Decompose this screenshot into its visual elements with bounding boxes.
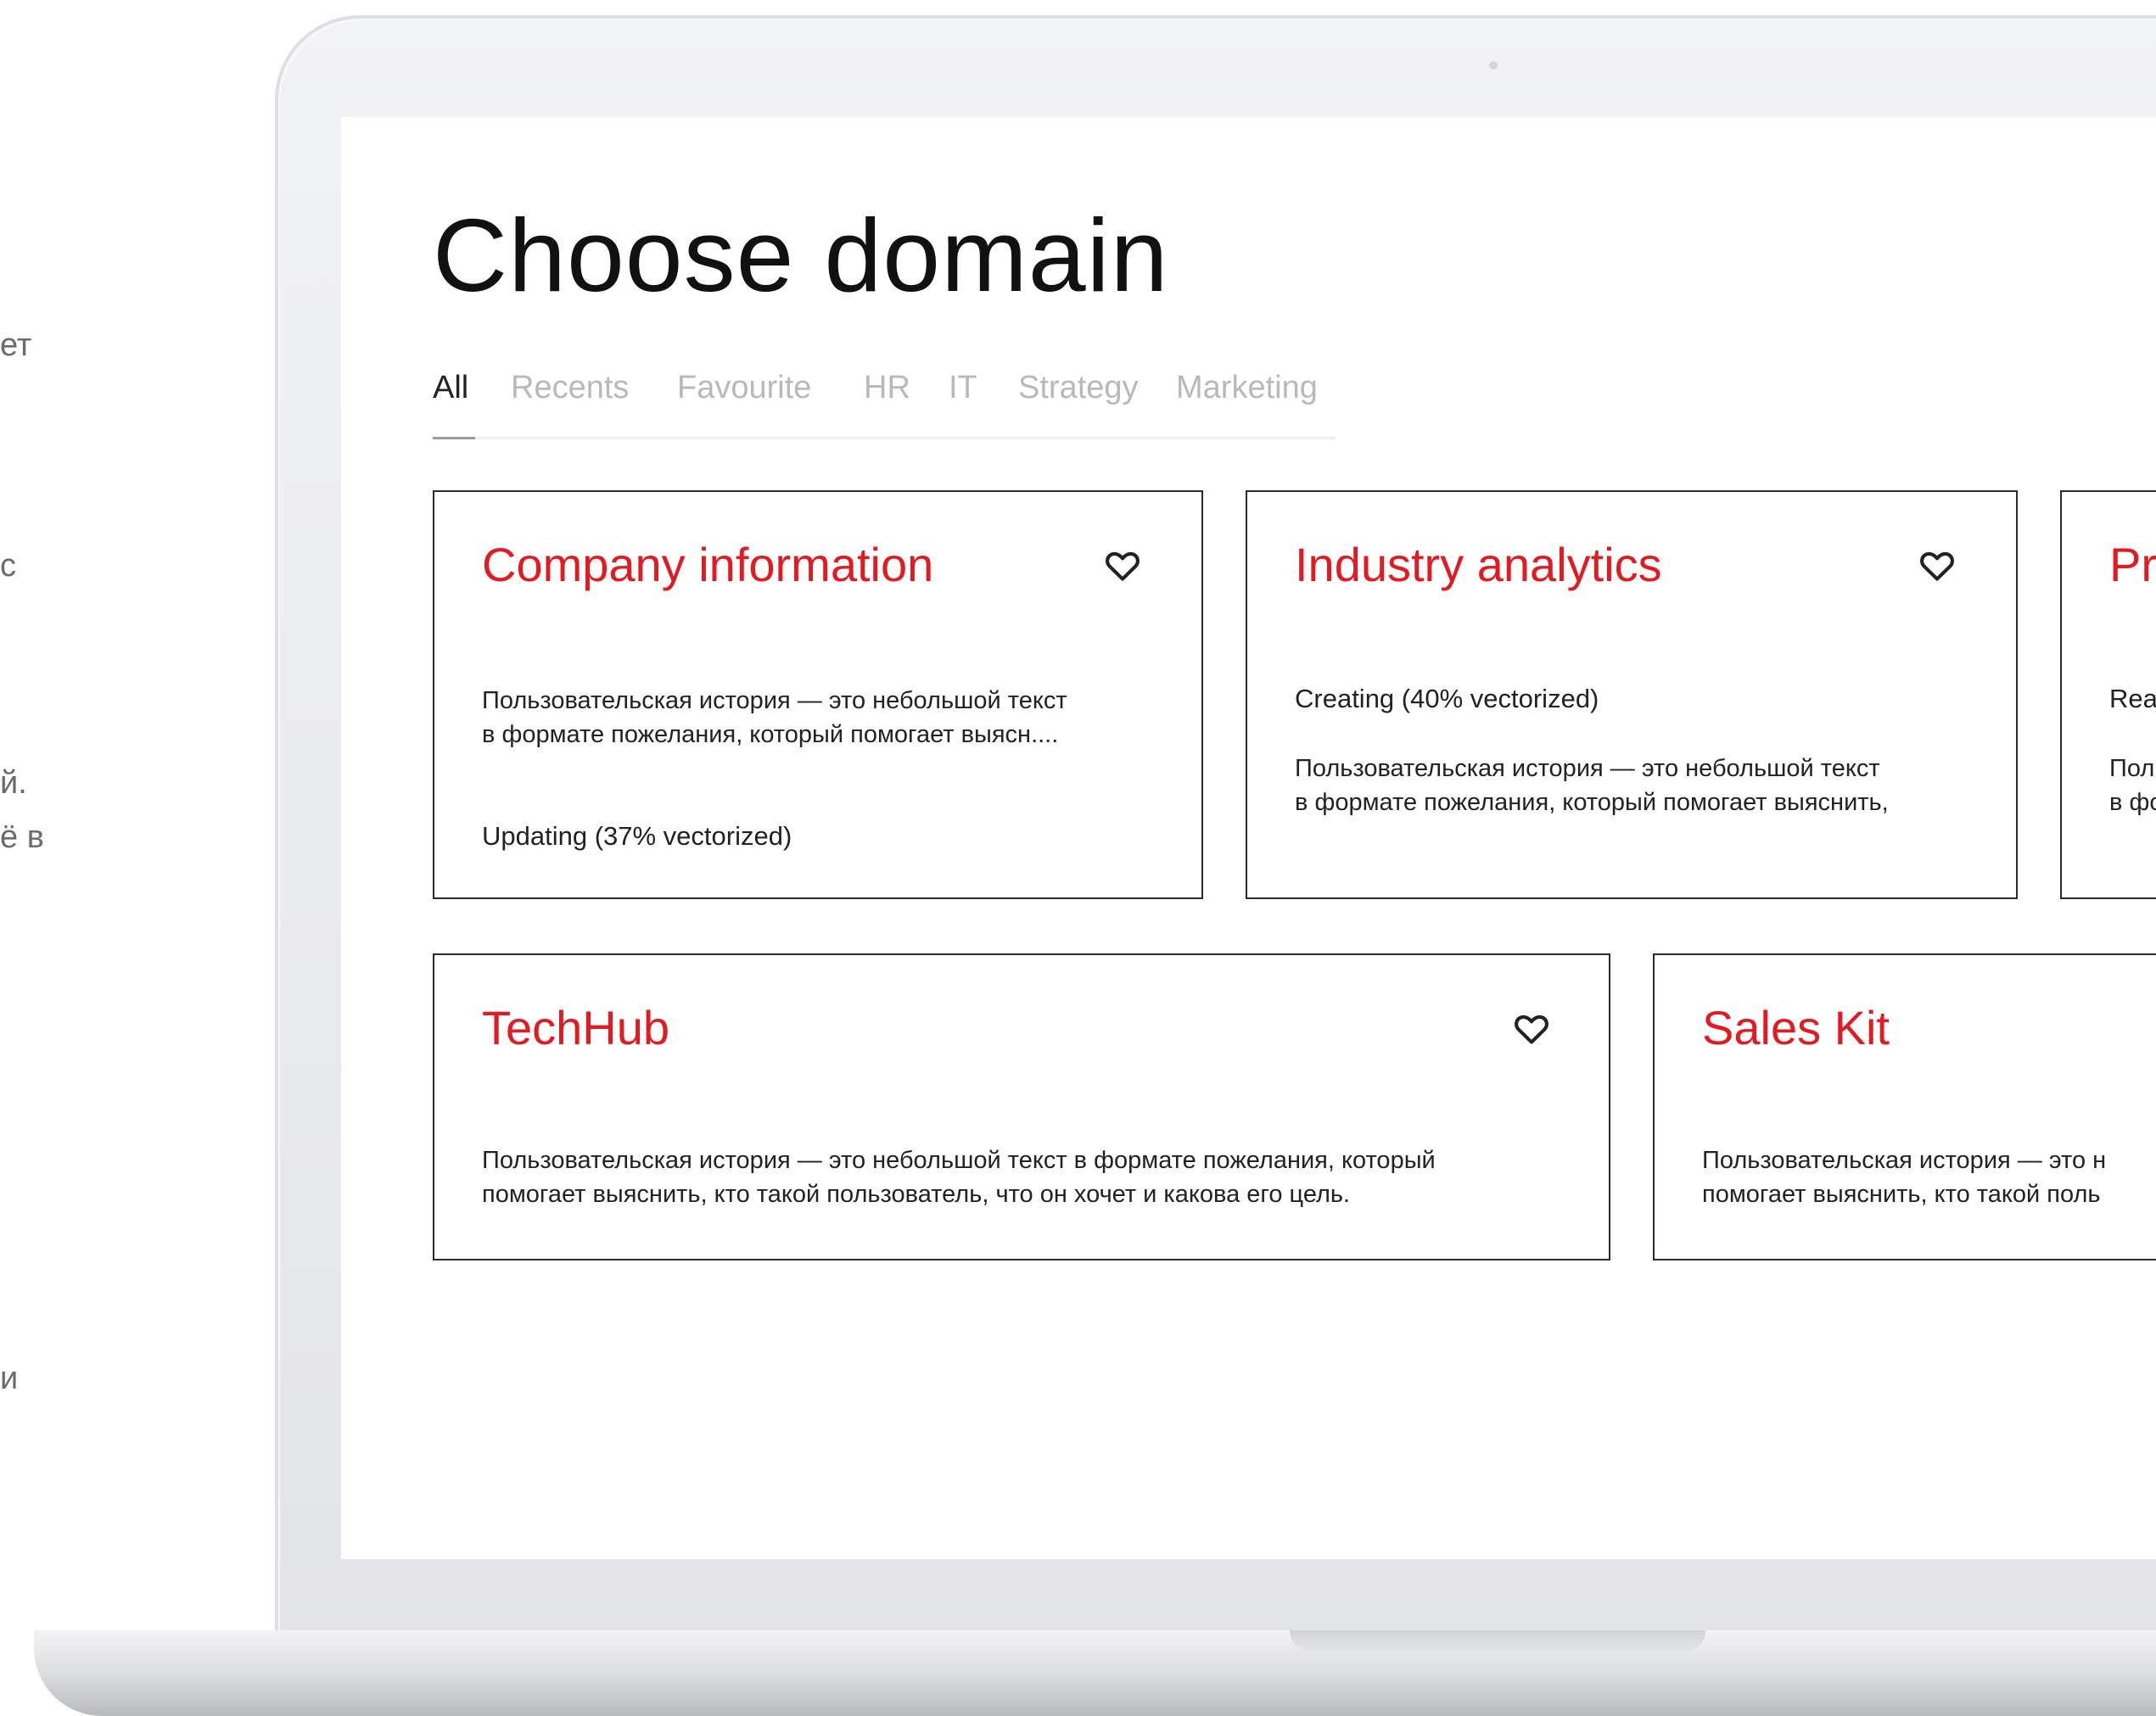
card-description-line: в формате пожелания, который помогает вы… [482, 721, 1059, 748]
page-title: Choose domain [433, 198, 1169, 313]
card-description: Пользовательская история — это небольшой… [1295, 752, 1889, 819]
card-description-line: Пользовательская история — это н [1702, 1147, 2107, 1174]
laptop-notch [1290, 1630, 1705, 1652]
card-description-line: Пользовательская история — это небольшой… [482, 687, 1067, 714]
card-description: Пользовательская история — это небольшой… [482, 684, 1067, 752]
laptop-screen: Choose domain All Recents Favourite HR I… [341, 117, 2156, 1559]
side-text-fragment: й. [0, 765, 27, 801]
card-title: Company information [482, 538, 934, 591]
domain-filter-tabs: All Recents Favourite HR IT Strategy Mar… [433, 372, 1336, 439]
card-title: Industry analytics [1295, 538, 1662, 591]
card-status: Rea [2109, 684, 2156, 713]
card-description-line: Пол [2109, 755, 2155, 782]
card-description-line: в формате пожелания, который помогает вы… [1295, 789, 1889, 816]
side-text-fragment: и [0, 1361, 19, 1396]
card-description: Пол в фо [2109, 752, 2156, 819]
heart-outline-icon[interactable] [1919, 550, 1955, 582]
card-description-line: Пользовательская история — это небольшой… [1295, 755, 1880, 782]
card-description-line: Пользовательская история — это небольшой… [482, 1147, 1436, 1174]
tab-favourite[interactable]: Favourite [677, 372, 811, 404]
heart-outline-icon[interactable] [1514, 1013, 1549, 1045]
card-description-line: в фо [2109, 789, 2156, 816]
card-title: TechHub [482, 1001, 670, 1054]
laptop-base [34, 1630, 2156, 1716]
card-title: Sales Kit [1702, 1001, 1890, 1054]
card-status: Updating (37% vectorized) [482, 821, 792, 851]
side-text-fragment: ё в [0, 819, 44, 855]
tab-all[interactable]: All [433, 372, 468, 404]
card-title: Pr [2109, 538, 2156, 591]
active-tab-indicator [433, 437, 475, 439]
domain-card-techhub[interactable]: TechHub Пользовательская история — это н… [433, 953, 1610, 1260]
heart-outline-icon[interactable] [1105, 550, 1140, 582]
tab-hr[interactable]: HR [864, 372, 910, 404]
card-description-line: помогает выяснить, кто такой пользовател… [482, 1181, 1351, 1208]
tab-recents[interactable]: Recents [511, 372, 629, 404]
domain-card-industry-analytics[interactable]: Industry analytics Creating (40% vectori… [1246, 490, 2018, 899]
side-text-fragment: ет [0, 327, 32, 363]
tab-marketing[interactable]: Marketing [1176, 372, 1318, 404]
tab-strategy[interactable]: Strategy [1018, 372, 1139, 404]
card-description: Пользовательская история — это н помогае… [1702, 1143, 2106, 1211]
laptop-camera [1489, 61, 1498, 70]
domain-card-company-information[interactable]: Company information Пользовательская ист… [433, 490, 1203, 899]
domain-card-sales-kit[interactable]: Sales Kit Пользовательская история — это… [1653, 953, 2156, 1260]
card-description-line: помогает выяснить, кто такой поль [1702, 1181, 2101, 1208]
card-description: Пользовательская история — это небольшой… [482, 1143, 1436, 1211]
card-status: Creating (40% vectorized) [1295, 684, 1599, 713]
domain-card-clipped[interactable]: Pr Rea Пол в фо [2060, 490, 2156, 899]
tab-it[interactable]: IT [949, 372, 977, 404]
side-text-fragment: с [0, 548, 16, 584]
